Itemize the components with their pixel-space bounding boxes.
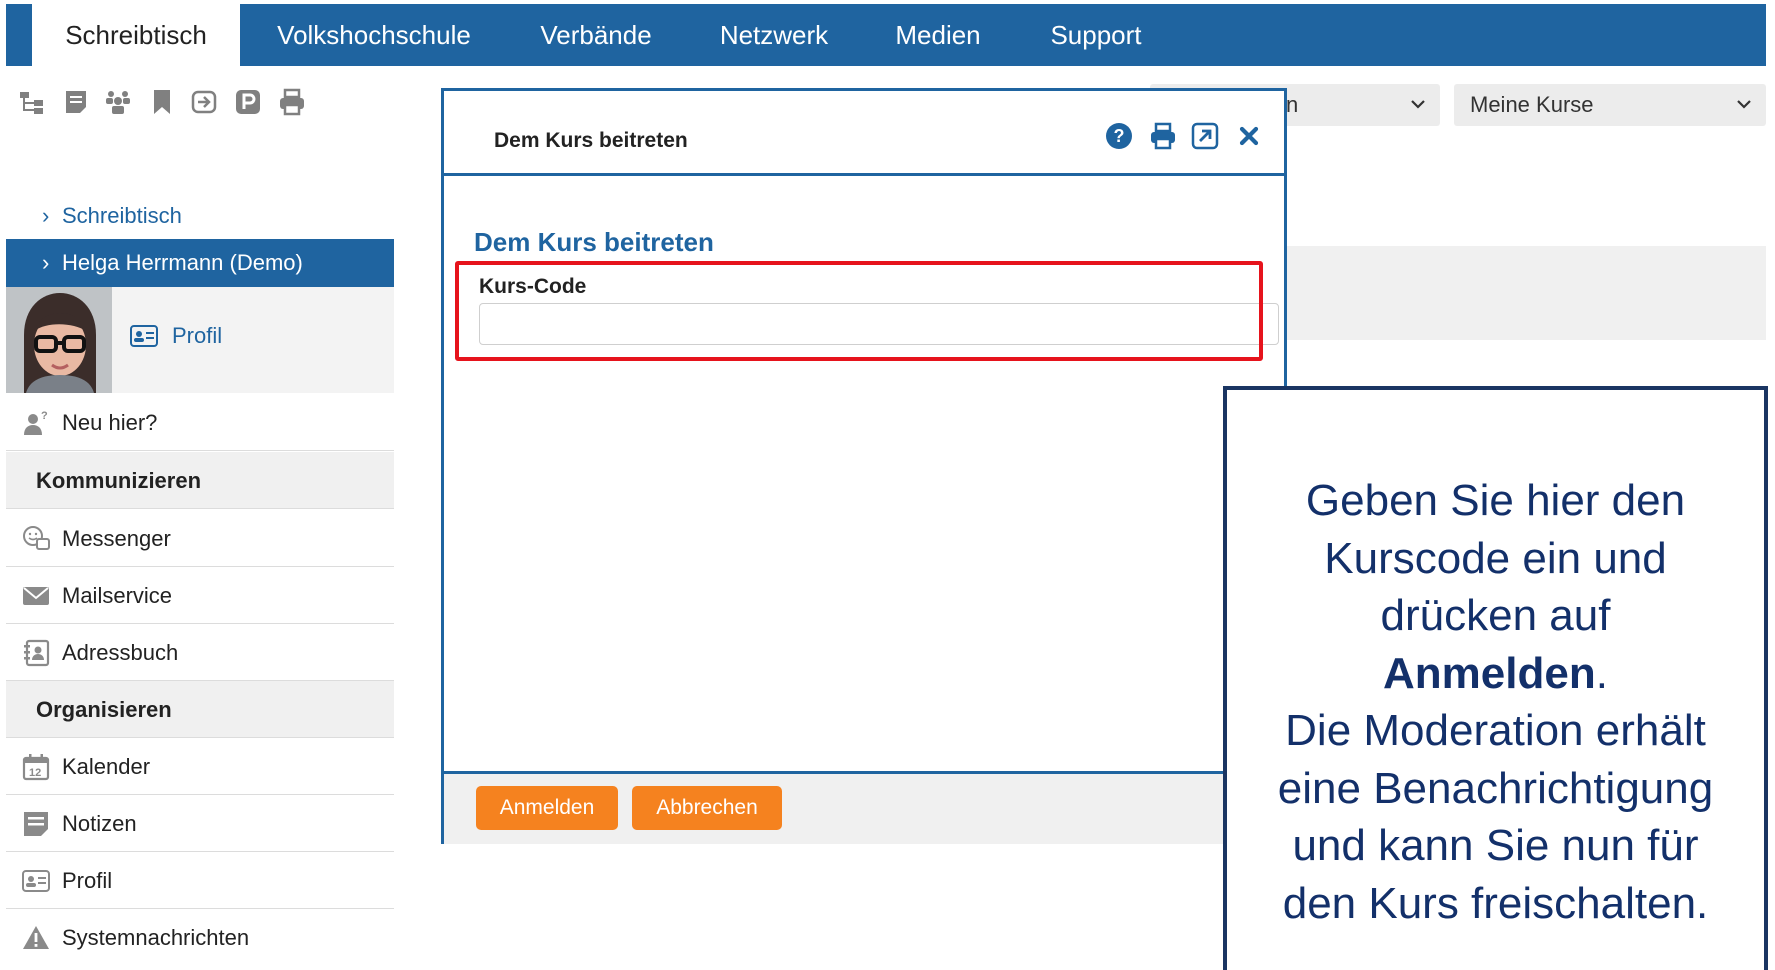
user-question-icon: ? xyxy=(22,409,50,437)
context-select-value: n xyxy=(1286,92,1299,117)
warning-icon xyxy=(22,924,50,952)
chevron-down-icon xyxy=(1411,100,1425,109)
open-new-window-icon[interactable] xyxy=(1190,121,1220,151)
sidebar-item-profile[interactable]: Profil xyxy=(6,852,394,909)
addressbook-icon xyxy=(22,639,50,667)
sidebar-item-mailservice[interactable]: Mailservice xyxy=(6,567,394,624)
chat-icon xyxy=(22,525,50,553)
callout-text: Geben Sie hier den Kurscode ein und drüc… xyxy=(1227,472,1764,932)
chevron-right-icon: › xyxy=(42,203,50,228)
callout-line: drücken auf xyxy=(1380,591,1611,640)
cancel-button[interactable]: Abbrechen xyxy=(632,786,782,830)
notes-icon xyxy=(22,810,50,838)
callout-line: Geben Sie hier den xyxy=(1305,476,1686,525)
sidebar-item-label: Notizen xyxy=(62,811,137,836)
callout-line: Anmelden. xyxy=(1227,645,1764,703)
sidebar-item-label: Adressbuch xyxy=(62,640,179,665)
print-icon[interactable] xyxy=(278,88,306,116)
callout-punctuation: . xyxy=(1595,648,1608,698)
breadcrumb-schreibtisch[interactable]: › Schreibtisch xyxy=(6,192,394,240)
bookmark-icon[interactable] xyxy=(148,88,176,116)
callout-line: Die Moderation erhält xyxy=(1285,706,1706,755)
tab-verbaende[interactable]: Verbände xyxy=(528,4,664,66)
sidebar-item-label: Kalender xyxy=(62,754,151,779)
sidebar-item-addressbook[interactable]: Adressbuch xyxy=(6,624,394,681)
envelope-icon xyxy=(22,582,50,610)
profile-box: Profil xyxy=(6,287,394,393)
sidebar-item-system-messages[interactable]: Systemnachrichten xyxy=(6,909,394,966)
join-course-dialog: Dem Kurs beitreten ? Dem Kurs beitreten … xyxy=(441,88,1287,844)
callout-emphasis: Anmelden xyxy=(1383,648,1596,698)
sidebar-item-messenger[interactable]: Messenger xyxy=(6,510,394,567)
tab-medien[interactable]: Medien xyxy=(886,4,990,66)
breadcrumb-label: Schreibtisch xyxy=(62,203,182,228)
sidebar-item-label: Messenger xyxy=(62,526,171,551)
notes-icon[interactable] xyxy=(62,88,90,116)
callout-line: Kurscode ein und xyxy=(1324,533,1667,583)
parking-icon[interactable] xyxy=(234,88,262,116)
group-icon[interactable] xyxy=(104,88,132,116)
tab-volkshochschule[interactable]: Volkshochschule xyxy=(254,4,494,66)
svg-text:?: ? xyxy=(1114,126,1125,146)
svg-text:?: ? xyxy=(41,410,48,422)
close-icon[interactable] xyxy=(1234,121,1264,151)
instruction-callout: Geben Sie hier den Kurscode ein und drüc… xyxy=(1223,386,1768,970)
callout-line: eine Benachrichtigung xyxy=(1277,763,1714,813)
tab-schreibtisch[interactable]: Schreibtisch xyxy=(32,4,240,66)
highlight-frame xyxy=(455,261,1263,361)
print-icon[interactable] xyxy=(1148,121,1178,151)
section-title: Dem Kurs beitreten xyxy=(474,227,714,257)
my-courses-select-value: Meine Kurse xyxy=(1470,92,1594,117)
sidebar-item-label: Systemnachrichten xyxy=(62,925,250,950)
breadcrumb-label: Helga Herrmann (Demo) xyxy=(62,250,303,275)
dialog-footer: Anmelden Abbrechen xyxy=(444,771,1284,844)
sidebar-item-label: Profil xyxy=(62,868,113,893)
tab-support[interactable]: Support xyxy=(1040,4,1152,66)
sitemap-icon[interactable] xyxy=(18,88,46,116)
help-icon[interactable]: ? xyxy=(1104,121,1134,151)
login-icon[interactable] xyxy=(190,88,218,116)
id-card-icon xyxy=(130,325,158,347)
dialog-header-divider xyxy=(444,173,1284,176)
chevron-right-icon: › xyxy=(42,250,50,275)
sidebar-item-notes[interactable]: Notizen xyxy=(6,795,394,852)
profile-link-label: Profil xyxy=(172,323,223,348)
sidebar-item-label: Mailservice xyxy=(62,583,173,608)
tab-netzwerk[interactable]: Netzwerk xyxy=(712,4,836,66)
callout-line: den Kurs freischalten. xyxy=(1282,878,1709,928)
breadcrumb-user[interactable]: › Helga Herrmann (Demo) xyxy=(6,239,394,287)
callout-line: und kann Sie nun für xyxy=(1292,821,1699,870)
chevron-down-icon xyxy=(1737,100,1751,109)
submit-button[interactable]: Anmelden xyxy=(476,786,618,830)
sidebar-item-new-here[interactable]: ? Neu hier? xyxy=(6,394,394,451)
sidebar-item-calendar[interactable]: 12 Kalender xyxy=(6,738,394,795)
sidebar-section-communicate: Kommunizieren xyxy=(6,452,394,509)
svg-text:12: 12 xyxy=(29,767,41,779)
profile-link[interactable]: Profil xyxy=(130,323,222,349)
calendar-icon: 12 xyxy=(22,753,50,781)
sidebar-section-organize: Organisieren xyxy=(6,681,394,738)
sidebar-item-label: Neu hier? xyxy=(62,410,158,435)
my-courses-select[interactable]: Meine Kurse xyxy=(1454,84,1766,126)
dialog-title: Dem Kurs beitreten xyxy=(494,129,688,152)
avatar[interactable] xyxy=(6,287,112,393)
background-panel xyxy=(1287,246,1766,340)
id-card-icon xyxy=(22,867,50,895)
